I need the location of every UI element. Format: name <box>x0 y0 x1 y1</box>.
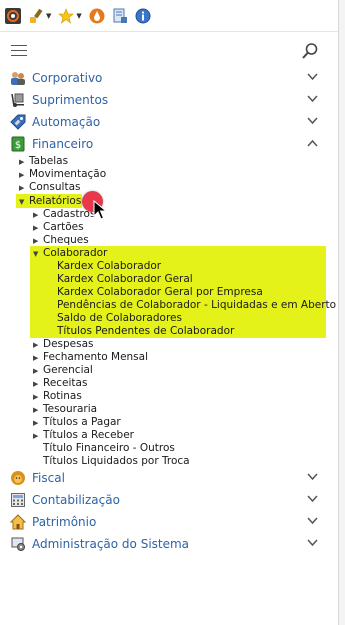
chevron-down-icon <box>307 537 318 550</box>
lion-icon <box>10 470 26 486</box>
tree-item-relatorios[interactable]: ▼ Relatórios <box>19 195 81 208</box>
chevron-down-icon <box>307 493 318 506</box>
tree-item-despesas[interactable]: ▶ Despesas <box>33 338 94 351</box>
tree-item-label: Relatórios <box>29 195 82 207</box>
menu-section-automacao[interactable]: Automação <box>10 112 328 132</box>
chevron-down-icon <box>307 515 318 528</box>
tree-item-label: Despesas <box>43 338 94 350</box>
info-icon <box>135 8 151 24</box>
tree-item-titulos-receber[interactable]: ▶ Títulos a Receber <box>33 429 134 442</box>
tree-item-label: Títulos a Pagar <box>43 416 121 428</box>
menu-section-label: Administração do Sistema <box>32 537 190 551</box>
chevron-down-icon <box>307 93 318 106</box>
tree-item-consultas[interactable]: ▶ Consultas <box>19 181 80 194</box>
menu-section-label: Suprimentos <box>32 93 109 107</box>
menu-section-administracao[interactable]: Administração do Sistema <box>10 534 328 554</box>
tree-item-label: Gerencial <box>43 364 93 376</box>
tree-item-label: Cheques <box>43 234 89 246</box>
tree-item-label: Colaborador <box>43 247 108 259</box>
tree-item-movimentacao[interactable]: ▶ Movimentação <box>19 168 106 181</box>
mouse-pointer-icon <box>93 199 108 220</box>
menu-section-label: Automação <box>32 115 101 129</box>
money-icon: $ <box>10 136 26 152</box>
app-logo-icon <box>5 7 21 24</box>
menu-section-suprimentos[interactable]: Suprimentos <box>10 90 328 110</box>
chevron-down-icon <box>307 115 318 128</box>
chevron-up-icon <box>307 137 318 150</box>
tree-item-cartoes[interactable]: ▶ Cartões <box>33 221 84 234</box>
favorites-button[interactable]: ▼ <box>58 6 82 26</box>
tree-item-label: Receitas <box>43 377 88 389</box>
tree-item-tesouraria[interactable]: ▶ Tesouraria <box>33 403 97 416</box>
menu-section-corporativo[interactable]: Corporativo <box>10 68 328 88</box>
handtruck-icon <box>10 92 26 108</box>
menu-section-contabilizacao[interactable]: Contabilização <box>10 490 328 510</box>
menu-section-label: Corporativo <box>32 71 103 85</box>
expand-icon: ▶ <box>33 432 39 440</box>
search-icon[interactable] <box>301 42 319 60</box>
tree-leaf-titulo-financeiro-outros[interactable]: Título Financeiro - Outros <box>43 442 175 455</box>
tree-item-label: Tabelas <box>29 155 69 167</box>
tree-item-label: Títulos a Receber <box>43 429 134 441</box>
collapse-icon: ▼ <box>33 250 39 258</box>
star-icon <box>58 7 75 24</box>
tree-item-titulos-pagar[interactable]: ▶ Títulos a Pagar <box>33 416 121 429</box>
window-edge <box>338 0 345 625</box>
tree-item-label: Fechamento Mensal <box>43 351 149 363</box>
collapse-icon: ▼ <box>19 198 25 206</box>
menu-section-financeiro[interactable]: $ Financeiro <box>10 134 328 154</box>
tree-leaf-kardex-colaborador[interactable]: Kardex Colaborador <box>57 260 161 273</box>
report-icon <box>112 8 128 24</box>
tree-leaf-saldo-colaboradores[interactable]: Saldo de Colaboradores <box>57 312 182 325</box>
toolbar: ▼ ▼ <box>0 0 338 32</box>
menu-hamburger-icon[interactable] <box>11 45 27 56</box>
tree-item-colaborador[interactable]: ▼ Colaborador <box>33 247 107 260</box>
chevron-down-icon: ▼ <box>46 11 52 20</box>
drop-icon <box>89 8 105 24</box>
menu-section-fiscal[interactable]: Fiscal <box>10 468 328 488</box>
tree-item-fechamento-mensal[interactable]: ▶ Fechamento Mensal <box>33 351 148 364</box>
tree-item-label: Tesouraria <box>43 403 98 415</box>
info-button[interactable] <box>135 6 151 26</box>
tag-icon <box>10 114 26 130</box>
tree-leaf-kardex-colaborador-geral[interactable]: Kardex Colaborador Geral <box>57 273 193 286</box>
tree-item-tabelas[interactable]: ▶ Tabelas <box>19 155 68 168</box>
tree-item-label: Consultas <box>29 181 81 193</box>
brush-icon <box>28 8 44 24</box>
tree-leaf-titulos-pendentes[interactable]: Títulos Pendentes de Colaborador <box>57 325 234 338</box>
brush-button[interactable]: ▼ <box>28 6 51 26</box>
menu-section-patrimonio[interactable]: Patrimônio <box>9 512 328 532</box>
tree-item-gerencial[interactable]: ▶ Gerencial <box>33 364 93 377</box>
tree-item-label: Cartões <box>43 221 84 233</box>
svg-text:$: $ <box>15 140 21 151</box>
tree-item-label: Movimentação <box>29 168 107 180</box>
tree-leaf-titulos-liquidados-troca[interactable]: Títulos Liquidados por Troca <box>43 455 190 468</box>
tree-item-receitas[interactable]: ▶ Receitas <box>33 377 87 390</box>
people-icon <box>10 70 26 86</box>
tree-item-rotinas[interactable]: ▶ Rotinas <box>33 390 82 403</box>
calculator-icon <box>10 492 26 508</box>
chevron-down-icon <box>307 471 318 484</box>
tree-leaf-pendencias-colaborador[interactable]: Pendências de Colaborador - Liquidadas e… <box>57 299 336 312</box>
menu-section-label: Financeiro <box>32 137 94 151</box>
drop-button[interactable] <box>89 6 105 26</box>
house-icon <box>9 514 27 530</box>
menu-section-label: Patrimônio <box>32 515 97 529</box>
chevron-down-icon: ▼ <box>76 11 82 20</box>
report-button[interactable] <box>112 6 128 26</box>
admin-icon <box>10 536 26 552</box>
menu-section-label: Fiscal <box>32 471 65 485</box>
tree-item-label: Rotinas <box>43 390 82 402</box>
chevron-down-icon <box>307 71 318 84</box>
app-logo-button[interactable] <box>5 6 21 26</box>
tree-leaf-kardex-por-empresa[interactable]: Kardex Colaborador Geral por Empresa <box>57 286 263 299</box>
menu-section-label: Contabilização <box>32 493 120 507</box>
